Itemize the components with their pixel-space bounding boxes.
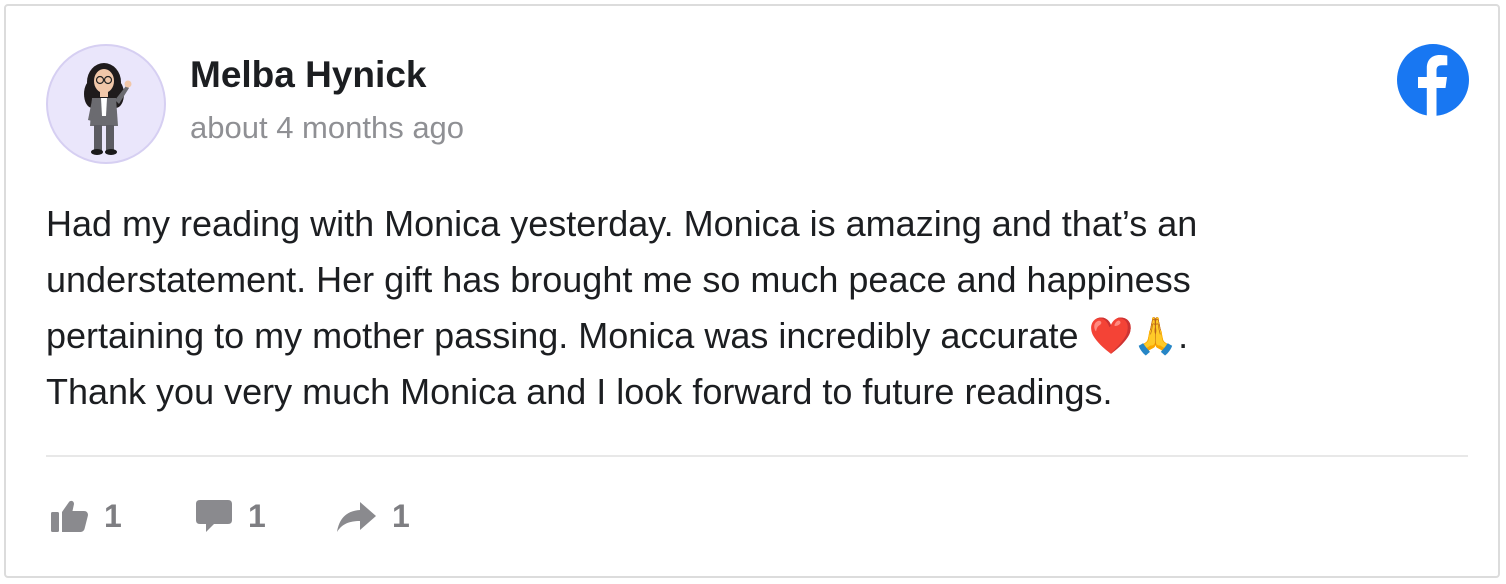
author-name[interactable]: Melba Hynick xyxy=(190,54,426,96)
like-button[interactable]: 1 xyxy=(50,496,122,536)
comment-count: 1 xyxy=(248,497,266,534)
review-text-line: understatement. Her gift has brought me … xyxy=(46,259,1191,300)
share-count: 1 xyxy=(392,497,410,534)
thumbs-up-icon xyxy=(50,498,90,534)
review-card: Melba Hynick about 4 months ago Had my r… xyxy=(4,4,1500,578)
like-count: 1 xyxy=(104,497,122,534)
comment-icon xyxy=(194,498,234,534)
share-arrow-icon xyxy=(336,498,378,534)
avatar[interactable] xyxy=(46,44,166,164)
facebook-logo-icon[interactable] xyxy=(1397,44,1469,116)
review-text-line: Thank you very much Monica and I look fo… xyxy=(46,371,1113,412)
avatar-illustration xyxy=(84,63,132,155)
comment-button[interactable]: 1 xyxy=(194,496,266,536)
review-text: Had my reading with Monica yesterday. Mo… xyxy=(46,196,1446,420)
review-text-line: pertaining to my mother passing. Monica … xyxy=(46,315,1189,356)
share-button[interactable]: 1 xyxy=(336,496,410,536)
divider xyxy=(46,455,1468,457)
review-text-line: Had my reading with Monica yesterday. Mo… xyxy=(46,203,1198,244)
post-timestamp: about 4 months ago xyxy=(190,110,465,145)
